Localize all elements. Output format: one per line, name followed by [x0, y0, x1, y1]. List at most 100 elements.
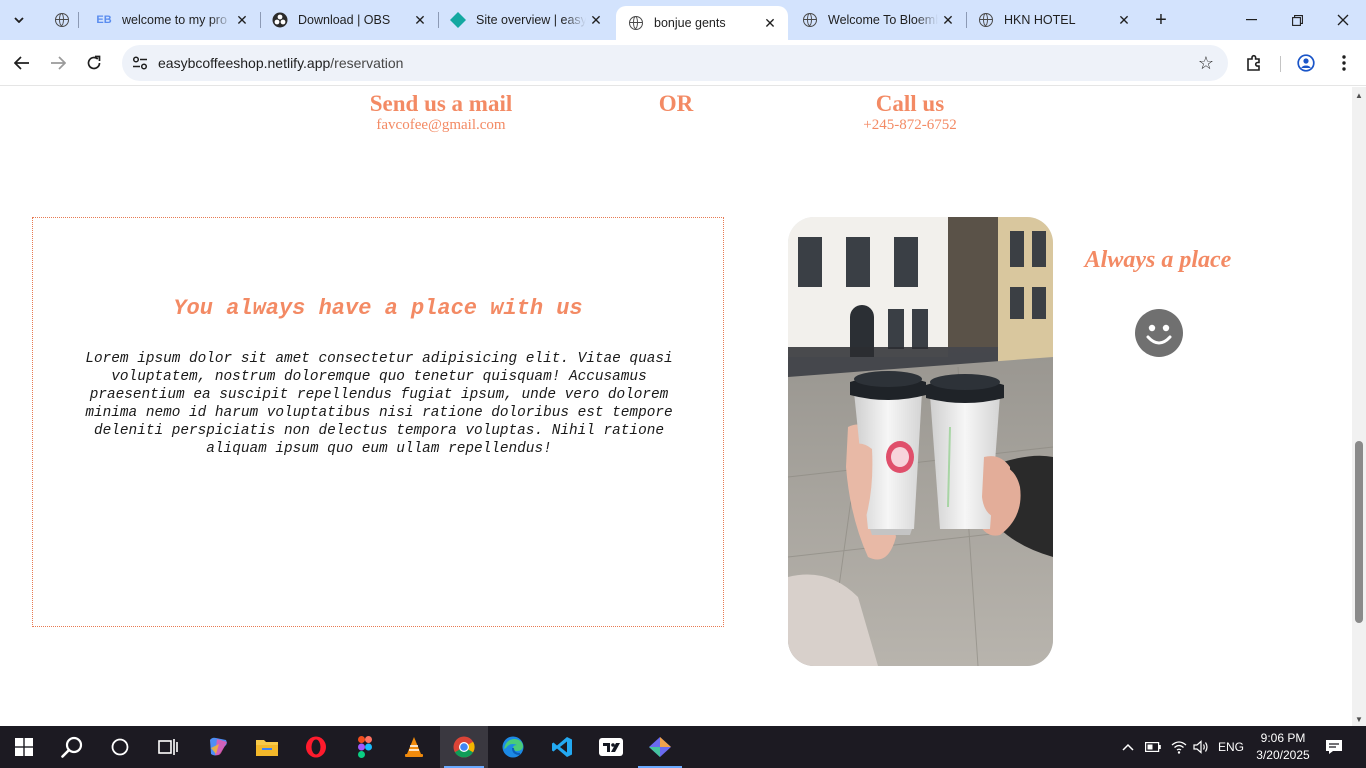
tab-title: HKN HOTEL [1004, 13, 1076, 27]
minimize-button[interactable] [1228, 0, 1274, 40]
taskbar-vscode[interactable] [538, 726, 586, 768]
clock-time: 9:06 PM [1260, 731, 1306, 745]
taskbar-figma[interactable] [341, 726, 389, 768]
taskbar-edge[interactable] [489, 726, 537, 768]
folder-icon [256, 740, 278, 756]
diamond-app-icon [649, 737, 671, 757]
clock[interactable]: 9:06 PM 3/20/2025 [1250, 730, 1316, 764]
browser-toolbar: easybcoffeeshop.netlify.app/reservation … [0, 40, 1366, 86]
tab-title: Download | OBS [298, 13, 391, 27]
search-button[interactable] [48, 726, 96, 768]
tab-0[interactable] [42, 0, 79, 40]
close-icon[interactable]: ✕ [586, 10, 606, 30]
menu-button[interactable] [1330, 49, 1358, 77]
opera-icon [306, 736, 326, 758]
globe-icon [978, 12, 994, 28]
taskbar-vlc[interactable] [390, 726, 438, 768]
battery-icon[interactable] [1143, 726, 1163, 768]
page-viewport: Send us a mail favcofee@gmail.com OR Cal… [0, 87, 1352, 713]
globe-icon [628, 15, 644, 31]
coffee-photo-illustration [788, 217, 1053, 666]
taskbar-opera[interactable] [292, 726, 340, 768]
scrollbar-thumb[interactable] [1355, 441, 1363, 623]
plus-icon: + [1155, 8, 1167, 31]
forward-button[interactable] [44, 49, 72, 77]
bookmark-star-icon[interactable]: ☆ [1198, 53, 1214, 73]
scroll-down-arrow-icon[interactable]: ▼ [1355, 715, 1363, 724]
arrow-right-icon [51, 56, 66, 70]
coffee-cups-photo [788, 217, 1053, 666]
mail-heading: Send us a mail [369, 91, 513, 116]
new-tab-button[interactable]: + [1148, 8, 1174, 32]
tab-title: bonjue gents [654, 16, 726, 30]
restore-icon [1291, 14, 1303, 26]
vertical-scrollbar[interactable]: ▲ ▼ [1352, 87, 1366, 726]
close-icon[interactable]: ✕ [760, 13, 780, 33]
profile-button[interactable] [1292, 49, 1320, 77]
smiley-icon [1135, 309, 1183, 357]
profile-icon [1297, 54, 1315, 72]
scroll-up-arrow-icon[interactable]: ▲ [1355, 91, 1363, 100]
tab-title: Welcome To Bloemb [828, 13, 938, 27]
netlify-icon [450, 12, 466, 28]
vlc-cone-icon [405, 737, 423, 757]
reload-button[interactable] [80, 49, 108, 77]
arrow-left-icon [14, 56, 29, 70]
cortana-button[interactable] [96, 726, 144, 768]
tab-6[interactable]: HKN HOTEL ✕ [966, 0, 1142, 40]
tab-4-active[interactable]: bonjue gents ✕ [616, 6, 788, 40]
task-view-icon [158, 739, 178, 755]
site-info-icon[interactable] [130, 56, 150, 70]
figma-icon [358, 736, 372, 758]
obs-icon [272, 12, 288, 28]
language-indicator[interactable]: ENG [1216, 726, 1246, 768]
taskbar-chrome[interactable] [440, 726, 488, 768]
tab-3[interactable]: Site overview | easyb ✕ [438, 0, 614, 40]
volume-icon[interactable] [1190, 726, 1212, 768]
task-view-button[interactable] [144, 726, 192, 768]
tab-1[interactable]: EB welcome to my pro ✕ [84, 0, 261, 40]
close-icon[interactable]: ✕ [232, 10, 252, 30]
close-icon[interactable]: ✕ [410, 10, 430, 30]
puzzle-icon [1247, 54, 1260, 71]
extensions-button[interactable] [1240, 49, 1268, 77]
tradingview-icon [599, 738, 623, 756]
taskbar-app-active[interactable] [636, 726, 684, 768]
cortana-circle-icon [111, 738, 129, 756]
chrome-icon [453, 736, 475, 758]
tab-2[interactable]: Download | OBS ✕ [260, 0, 439, 40]
close-window-button[interactable] [1320, 0, 1366, 40]
globe-icon [54, 12, 70, 28]
notification-icon [1326, 740, 1342, 754]
tab-search-button[interactable] [6, 8, 32, 32]
taskbar-copilot[interactable] [194, 726, 242, 768]
globe-icon [802, 12, 818, 28]
action-center-button[interactable] [1322, 726, 1346, 768]
tab-title: welcome to my pro [122, 13, 227, 27]
chevron-down-icon [14, 17, 24, 23]
taskbar-file-explorer[interactable] [243, 726, 291, 768]
mail-link[interactable]: favcofee@gmail.com [340, 117, 542, 134]
start-button[interactable] [0, 726, 48, 768]
tab-5[interactable]: Welcome To Bloemb ✕ [790, 0, 967, 40]
address-bar[interactable]: easybcoffeeshop.netlify.app/reservation … [122, 45, 1228, 81]
phone-link[interactable]: +245-872-6752 [820, 117, 1000, 134]
tray-overflow-chevron-icon[interactable] [1118, 726, 1138, 768]
card-body: Lorem ipsum dolor sit amet consectetur a… [85, 351, 673, 457]
or-separator: OR [658, 91, 694, 116]
kebab-menu-icon [1342, 55, 1346, 71]
close-icon[interactable]: ✕ [938, 10, 958, 30]
reservation-card: You always have a place with us Lorem ip… [32, 217, 724, 627]
vscode-icon [552, 737, 572, 757]
taskbar-tradingview[interactable] [587, 726, 635, 768]
reload-icon [87, 55, 101, 70]
back-button[interactable] [8, 49, 36, 77]
browser-tab-strip: EB welcome to my pro ✕ Download | OBS ✕ … [0, 0, 1366, 40]
search-icon [61, 736, 83, 758]
windows-logo-icon [15, 738, 33, 756]
wifi-icon[interactable] [1168, 726, 1190, 768]
restore-button[interactable] [1274, 0, 1320, 40]
eb-icon: EB [96, 14, 112, 26]
always-a-place-tagline: Always a place [1084, 247, 1232, 273]
close-icon[interactable]: ✕ [1114, 10, 1134, 30]
